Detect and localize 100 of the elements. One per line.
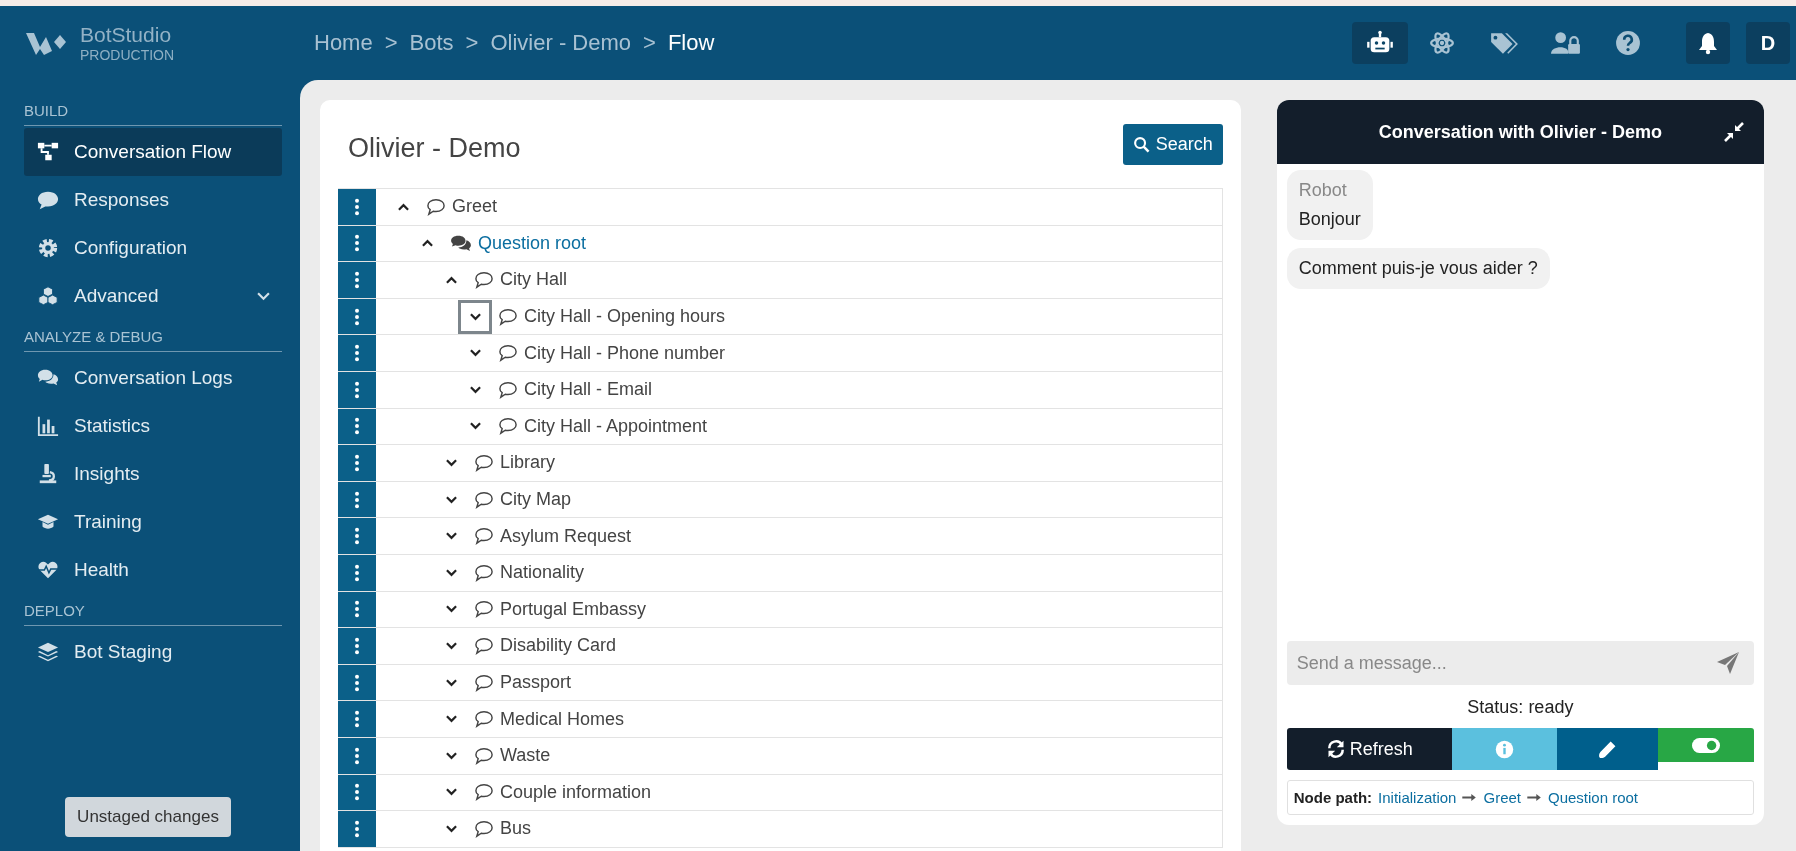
drag-handle[interactable] (338, 298, 376, 335)
breadcrumb-link[interactable]: Bots (409, 30, 454, 56)
section-heading: ANALYZE & DEBUG (24, 320, 282, 352)
drag-handle[interactable] (338, 189, 376, 225)
node-label[interactable]: Asylum Request (500, 525, 632, 547)
chevron-icon (445, 276, 457, 284)
drag-handle[interactable] (338, 591, 376, 628)
node-label[interactable]: Passport (500, 672, 572, 693)
sidebar-item[interactable]: Responses (24, 176, 282, 224)
speech-bubble-icon (498, 307, 518, 326)
expand-toggle[interactable] (458, 299, 492, 334)
environment-label: PRODUCTION (80, 48, 175, 62)
message-text: Comment puis-je vous aider ? (1298, 258, 1538, 279)
drag-handle[interactable] (338, 811, 376, 847)
node-label[interactable]: Question root (478, 232, 587, 254)
sidebar-item[interactable]: Conversation Logs (24, 354, 282, 402)
drag-handle[interactable] (338, 262, 376, 298)
node-label[interactable]: Bus (500, 818, 532, 840)
refresh-icon (1325, 739, 1346, 759)
drag-handle[interactable] (338, 628, 376, 664)
arrow-icon (1462, 793, 1478, 802)
sidebar-item[interactable]: Statistics (24, 402, 282, 450)
drag-handle[interactable] (338, 664, 376, 701)
more-icon (354, 710, 360, 729)
edit-button[interactable] (1556, 728, 1659, 770)
chevron-icon (445, 678, 457, 687)
breadcrumb-link[interactable]: Flow (667, 30, 715, 56)
drag-handle[interactable] (338, 774, 376, 811)
node-label[interactable]: Greet (452, 196, 498, 218)
drag-handle[interactable] (338, 335, 376, 371)
breadcrumb-separator: > (643, 30, 656, 56)
more-icon (354, 234, 360, 253)
more-icon (354, 636, 360, 655)
chevron-icon (445, 458, 457, 467)
more-icon (354, 746, 360, 765)
sidebar-item[interactable]: Training (24, 498, 282, 546)
more-icon (354, 600, 360, 619)
chevron-icon (445, 568, 457, 577)
node-label[interactable]: Library (500, 452, 556, 474)
speech-bubble-icon (474, 636, 494, 655)
node-path-link[interactable]: Question root (1548, 789, 1639, 806)
drag-handle[interactable] (338, 408, 376, 445)
node-label[interactable]: City Hall - Phone number (524, 342, 726, 364)
node-label[interactable]: City Hall - Email (524, 379, 652, 401)
more-icon (354, 271, 360, 289)
breadcrumb-link[interactable]: Home (314, 30, 373, 56)
drag-handle[interactable] (338, 701, 376, 737)
robot-icon-button[interactable] (1352, 22, 1408, 64)
speech-bubble-icon (474, 710, 494, 729)
sidebar-item[interactable]: Configuration (24, 224, 282, 272)
more-icon (354, 490, 360, 509)
node-label[interactable]: City Map (500, 489, 571, 511)
sidebar-item[interactable]: Bot Staging (24, 628, 282, 676)
sidebar-item[interactable]: Health (24, 546, 282, 594)
chevron-icon (445, 824, 457, 833)
sidebar-item[interactable]: Advanced (24, 272, 282, 320)
node-label[interactable]: City Hall (500, 269, 567, 291)
speech-bubbles-icon (450, 234, 472, 253)
speech-bubble-icon (474, 600, 494, 619)
send-icon[interactable] (1716, 651, 1740, 675)
layers-icon (36, 641, 60, 663)
notifications-button[interactable] (1686, 22, 1730, 64)
node-label[interactable]: Nationality (500, 562, 585, 584)
chevron-icon (445, 495, 457, 504)
node-label[interactable]: Disability Card (500, 635, 617, 657)
drag-handle[interactable] (338, 445, 376, 481)
speech-bubble-icon (474, 490, 494, 509)
node-label[interactable]: Medical Homes (500, 708, 625, 730)
breadcrumb-link[interactable]: Olivier - Demo (490, 30, 631, 56)
refresh-button[interactable]: Refresh (1286, 728, 1452, 770)
drag-handle[interactable] (338, 554, 376, 591)
node-label[interactable]: Portugal Embassy (500, 598, 647, 620)
more-icon (354, 344, 360, 363)
speech-bubble-icon (474, 563, 494, 582)
chevron-icon (421, 239, 433, 248)
user-avatar-button[interactable]: D (1746, 22, 1790, 64)
cubes-icon (36, 285, 60, 307)
speech-bubble-icon (474, 746, 494, 765)
unstaged-changes-button[interactable]: Unstaged changes (65, 797, 231, 837)
node-label[interactable]: Couple information (500, 781, 652, 803)
node-label[interactable]: Waste (500, 745, 551, 767)
search-button[interactable]: Search (1122, 123, 1223, 165)
node-label[interactable]: City Hall - Appointment (524, 415, 708, 437)
node-label[interactable]: City Hall - Opening hours (524, 306, 726, 328)
drag-handle[interactable] (338, 225, 376, 262)
node-path-link[interactable]: Greet (1483, 789, 1521, 806)
atom-icon (1429, 30, 1455, 56)
drag-handle[interactable] (338, 371, 376, 408)
toggle-button[interactable] (1658, 728, 1754, 762)
drag-handle[interactable] (338, 481, 376, 518)
sidebar-item[interactable]: Insights (24, 450, 282, 498)
message-input[interactable]: Send a message... (1286, 641, 1754, 685)
speech-bubble-icon (474, 453, 494, 472)
drag-handle[interactable] (338, 737, 376, 774)
chevron-icon (445, 751, 457, 760)
node-path-link[interactable]: Initialization (1378, 789, 1457, 806)
drag-handle[interactable] (338, 518, 376, 554)
search-icon (1132, 135, 1150, 153)
more-icon (354, 673, 360, 692)
sidebar-item[interactable]: Conversation Flow (24, 128, 282, 176)
